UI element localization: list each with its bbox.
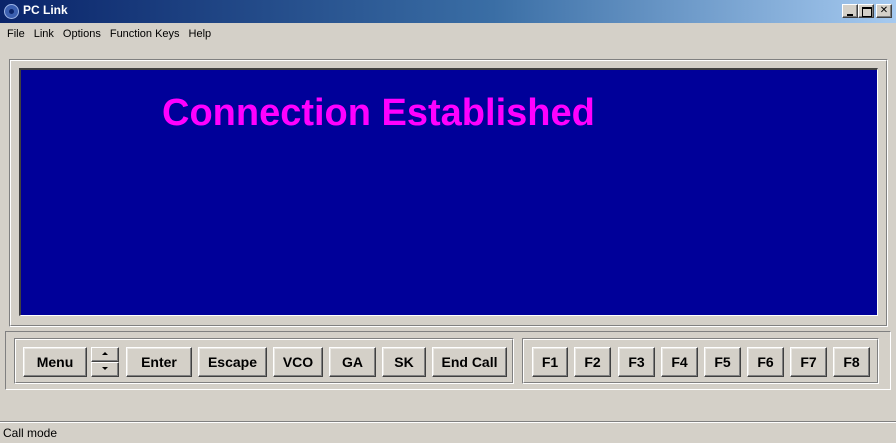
menu-file[interactable]: File [3,28,30,40]
ga-button[interactable]: GA [329,347,376,377]
pc-link-window: PC Link ✕ File Link Options Function Key… [0,0,896,443]
app-icon[interactable] [4,4,19,19]
arrow-down-icon[interactable] [91,362,119,377]
vco-button[interactable]: VCO [273,347,323,377]
status-bar: Call mode [0,421,896,443]
escape-button[interactable]: Escape [198,347,267,377]
menu-help[interactable]: Help [185,28,217,40]
f2-button[interactable]: F2 [574,347,611,377]
sk-button[interactable]: SK [382,347,426,377]
f6-button[interactable]: F6 [747,347,784,377]
f8-button[interactable]: F8 [833,347,870,377]
enter-button[interactable]: Enter [126,347,192,377]
connection-status-message: Connection Established [162,92,595,134]
status-text: Call mode [3,426,58,440]
menu-options[interactable]: Options [59,28,106,40]
close-icon[interactable]: ✕ [876,4,892,18]
f4-button[interactable]: F4 [661,347,698,377]
f7-button[interactable]: F7 [790,347,827,377]
menu-function-keys[interactable]: Function Keys [106,28,185,40]
window-title: PC Link [23,3,68,17]
menu-link[interactable]: Link [30,28,59,40]
f1-button[interactable]: F1 [532,347,568,377]
maximize-icon[interactable] [858,4,874,18]
minimize-icon[interactable] [842,4,858,18]
title-bar[interactable]: PC Link ✕ [0,0,896,23]
arrow-up-icon[interactable] [91,347,119,362]
navigation-spinner[interactable] [91,347,119,377]
f3-button[interactable]: F3 [618,347,655,377]
f5-button[interactable]: F5 [704,347,741,377]
end-call-button[interactable]: End Call [432,347,507,377]
menu-bar: File Link Options Function Keys Help [0,24,896,44]
menu-button[interactable]: Menu [23,347,87,377]
display-screen: Connection Established [19,68,878,316]
